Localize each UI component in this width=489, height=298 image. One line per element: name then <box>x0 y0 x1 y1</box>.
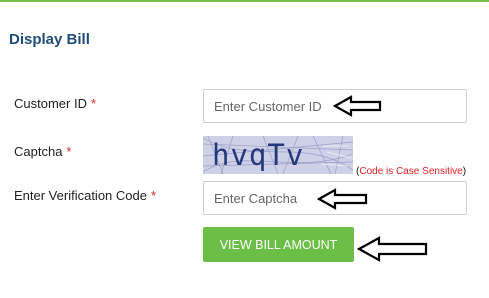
captcha-text: hvqTv <box>212 138 305 172</box>
left-arrow-icon <box>357 236 428 262</box>
top-accent-line <box>0 0 489 2</box>
required-mark: * <box>150 188 157 203</box>
captcha-image: hvqTv <box>203 136 353 174</box>
case-sensitive-note: (Code is Case Sensitive) <box>356 166 466 177</box>
customer-id-label: Customer ID * <box>14 96 96 111</box>
case-sensitive-note-text: Code is Case Sensitive <box>359 166 463 177</box>
note-close-paren: ) <box>462 166 467 177</box>
required-mark: * <box>66 144 72 159</box>
captcha-label-text: Captcha <box>14 144 63 159</box>
customer-id-label-text: Customer ID <box>14 96 87 111</box>
page-title: Display Bill <box>9 31 90 48</box>
captcha-label: Captcha * <box>14 144 71 159</box>
verification-code-label: Enter Verification Code * <box>14 188 156 203</box>
left-arrow-icon <box>317 188 368 210</box>
left-arrow-icon <box>333 95 382 117</box>
required-mark: * <box>90 96 97 111</box>
view-bill-amount-button[interactable]: VIEW BILL AMOUNT <box>203 227 354 262</box>
verification-code-label-text: Enter Verification Code <box>14 188 147 203</box>
